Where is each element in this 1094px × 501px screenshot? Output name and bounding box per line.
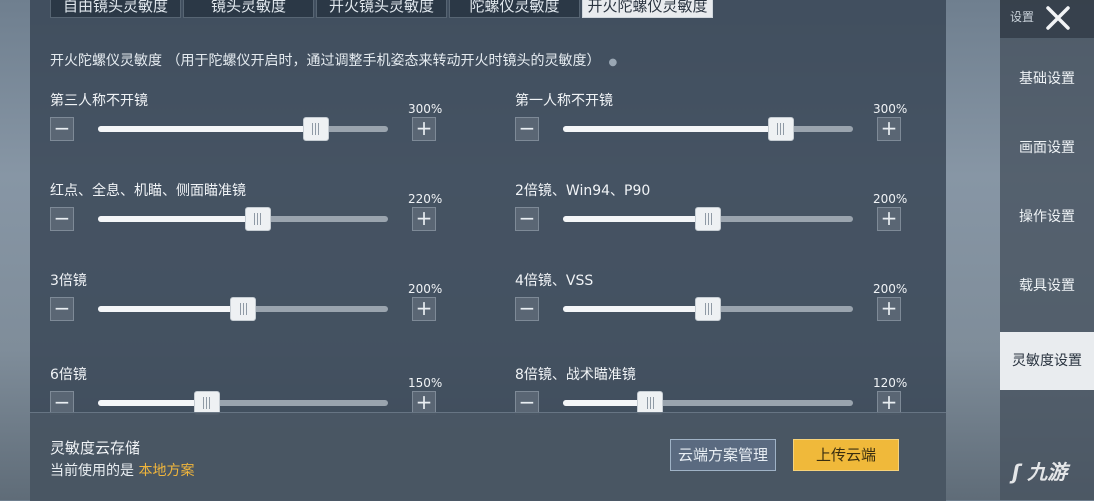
slider-value: 300% — [408, 102, 443, 116]
tab-fire-camera[interactable]: 开火镜头灵敏度 — [316, 0, 447, 18]
slider-row: 红点、全息、机瞄、侧面瞄准镜 220% − + — [50, 180, 470, 240]
sidebar-item-sensitivity[interactable]: 灵敏度设置 — [1000, 332, 1094, 390]
decrease-button[interactable]: − — [515, 117, 539, 141]
slider-fill — [98, 216, 258, 222]
sidebar-item-basic[interactable]: 基础设置 — [1000, 50, 1094, 108]
decrease-button[interactable]: − — [515, 297, 539, 321]
decrease-button[interactable]: − — [50, 117, 74, 141]
section-description: 开火陀螺仪灵敏度 （用于陀螺仪开启时，通过调整手机姿态来转动开火时镜头的灵敏度）… — [50, 50, 617, 70]
slider-fill — [563, 306, 708, 312]
slider-label: 第三人称不开镜 — [50, 93, 148, 109]
cloud-storage-title: 灵敏度云存储 — [50, 439, 141, 457]
slider-thumb[interactable] — [230, 297, 256, 321]
increase-button[interactable]: + — [412, 117, 436, 141]
slider-row: 第一人称不开镜 300% − + — [515, 90, 935, 150]
slider-fill — [98, 306, 243, 312]
cloud-storage-bar: 灵敏度云存储 当前使用的是 本地方案 云端方案管理 上传云端 — [30, 412, 946, 501]
slider-thumb[interactable] — [244, 207, 271, 231]
status-value: 本地方案 — [138, 463, 195, 479]
slider-track[interactable] — [563, 297, 853, 321]
increase-button[interactable]: + — [877, 207, 901, 231]
slider-label: 红点、全息、机瞄、侧面瞄准镜 — [50, 183, 246, 199]
slider-value: 200% — [873, 282, 908, 296]
slider-thumb[interactable] — [767, 117, 794, 141]
current-scheme-status: 当前使用的是 本地方案 — [50, 460, 194, 480]
close-icon[interactable] — [1044, 4, 1072, 32]
slider-track[interactable] — [563, 391, 853, 415]
slider-label: 第一人称不开镜 — [515, 93, 613, 109]
slider-track[interactable] — [563, 207, 853, 231]
sidebar-header: 设置 — [1000, 0, 1094, 38]
slider-fill — [563, 216, 708, 222]
tab-camera[interactable]: 镜头灵敏度 — [183, 0, 314, 18]
slider-row: 2倍镜、Win94、P90 200% − + — [515, 180, 935, 240]
tab-gyroscope[interactable]: 陀螺仪灵敏度 — [449, 0, 580, 18]
slider-value: 220% — [408, 192, 443, 206]
tab-fire-gyroscope[interactable]: 开火陀螺仪灵敏度 — [582, 0, 713, 18]
slider-label: 3倍镜 — [50, 273, 87, 289]
cloud-manage-button[interactable]: 云端方案管理 — [670, 439, 776, 471]
increase-button[interactable]: + — [412, 297, 436, 321]
sidebar-item-controls[interactable]: 操作设置 — [1000, 188, 1094, 246]
slider-row: 4倍镜、VSS 200% − + — [515, 270, 935, 330]
slider-thumb[interactable] — [695, 207, 721, 231]
slider-fill — [98, 400, 207, 406]
slider-label: 8倍镜、战术瞄准镜 — [515, 367, 636, 383]
slider-row: 第三人称不开镜 300% − + — [50, 90, 470, 150]
slider-label: 2倍镜、Win94、P90 — [515, 183, 651, 199]
slider-value: 150% — [408, 376, 443, 390]
slider-track[interactable] — [98, 117, 388, 141]
slider-value: 300% — [873, 102, 908, 116]
watermark-text: 九游 — [1027, 460, 1068, 484]
sensitivity-tabs: 自由镜头灵敏度 镜头灵敏度 开火镜头灵敏度 陀螺仪灵敏度 开火陀螺仪灵敏度 — [50, 0, 715, 20]
tab-free-camera[interactable]: 自由镜头灵敏度 — [50, 0, 181, 18]
increase-button[interactable]: + — [877, 117, 901, 141]
slider-track[interactable] — [98, 391, 388, 415]
slider-track[interactable] — [98, 207, 388, 231]
slider-row: 3倍镜 200% − + — [50, 270, 470, 330]
settings-title: 设置 — [1010, 10, 1035, 24]
sidebar-item-graphics[interactable]: 画面设置 — [1000, 119, 1094, 177]
dot-icon: ● — [608, 57, 618, 68]
slider-thumb[interactable] — [695, 297, 721, 321]
slider-thumb[interactable] — [302, 117, 329, 141]
status-prefix: 当前使用的是 — [50, 463, 134, 479]
decrease-button[interactable]: − — [515, 207, 539, 231]
slider-value: 200% — [408, 282, 443, 296]
upload-cloud-button[interactable]: 上传云端 — [793, 439, 899, 471]
slider-fill — [98, 126, 316, 132]
watermark-logo: ʃ 九游 — [1012, 460, 1068, 484]
increase-button[interactable]: + — [877, 297, 901, 321]
slider-track[interactable] — [563, 117, 853, 141]
slider-label: 4倍镜、VSS — [515, 273, 594, 289]
slider-label: 6倍镜 — [50, 367, 87, 383]
slider-track[interactable] — [98, 297, 388, 321]
slider-fill — [563, 126, 781, 132]
slider-value: 200% — [873, 192, 908, 206]
increase-button[interactable]: + — [412, 207, 436, 231]
settings-sidebar: 设置 基础设置 画面设置 操作设置 载具设置 灵敏度设置 — [1000, 0, 1094, 500]
decrease-button[interactable]: − — [50, 297, 74, 321]
description-text: 开火陀螺仪灵敏度 （用于陀螺仪开启时，通过调整手机姿态来转动开火时镜头的灵敏度） — [50, 53, 601, 69]
decrease-button[interactable]: − — [50, 207, 74, 231]
sidebar-item-vehicle[interactable]: 载具设置 — [1000, 257, 1094, 315]
slider-value: 120% — [873, 376, 908, 390]
